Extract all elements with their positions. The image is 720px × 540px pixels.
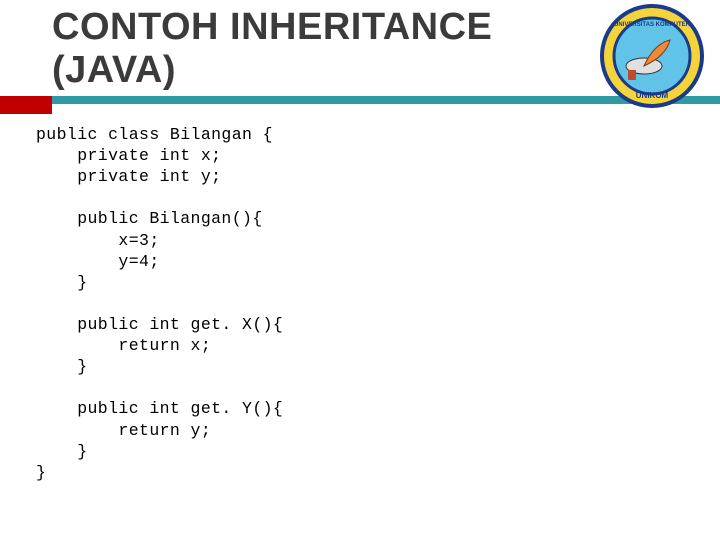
slide: CONTOH INHERITANCE (JAVA) UNIVERSITAS KO… (0, 0, 720, 540)
title-line-2: (JAVA) (52, 49, 612, 92)
underline-accent-red (0, 96, 52, 114)
svg-text:UNIVERSITAS KOMPUTER: UNIVERSITAS KOMPUTER (614, 22, 691, 28)
svg-text:UNIKOM: UNIKOM (636, 91, 669, 100)
slide-title: CONTOH INHERITANCE (JAVA) (52, 6, 612, 91)
university-logo-icon: UNIVERSITAS KOMPUTER UNIKOM (600, 4, 704, 108)
title-line-1: CONTOH INHERITANCE (52, 6, 612, 49)
code-block: public class Bilangan { private int x; p… (36, 124, 283, 483)
